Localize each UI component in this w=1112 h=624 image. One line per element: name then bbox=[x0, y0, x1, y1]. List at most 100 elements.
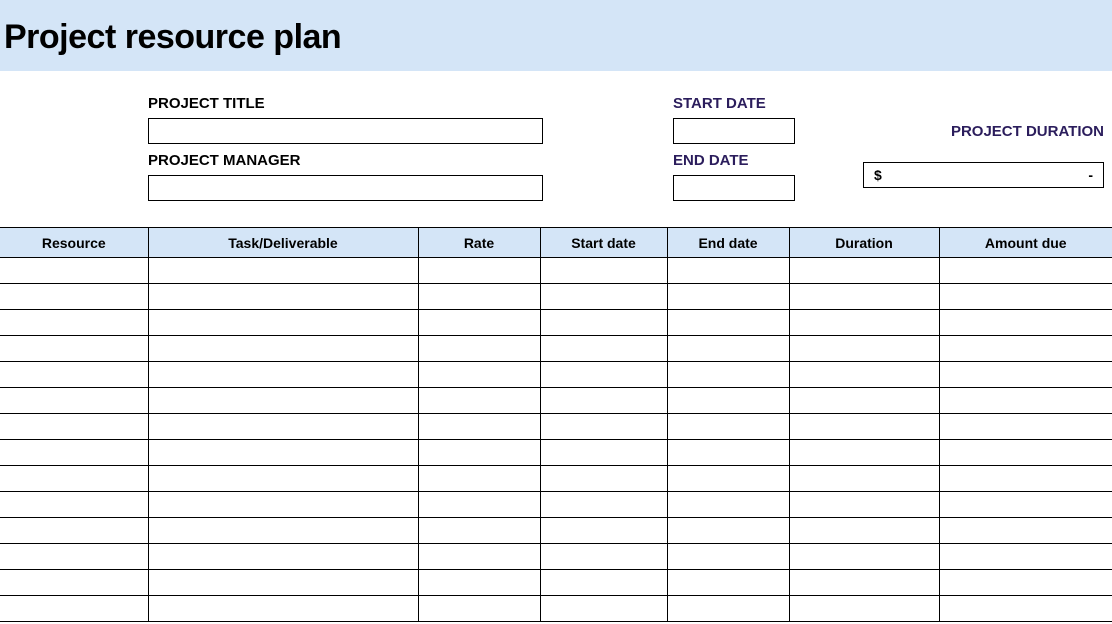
cell-end[interactable] bbox=[667, 492, 789, 518]
cell-duration[interactable] bbox=[789, 388, 939, 414]
cell-rate[interactable] bbox=[418, 544, 540, 570]
cell-rate[interactable] bbox=[418, 336, 540, 362]
cell-end[interactable] bbox=[667, 518, 789, 544]
cell-resource[interactable] bbox=[0, 466, 148, 492]
cell-resource[interactable] bbox=[0, 362, 148, 388]
cell-start[interactable] bbox=[540, 336, 667, 362]
cell-duration[interactable] bbox=[789, 310, 939, 336]
cell-rate[interactable] bbox=[418, 284, 540, 310]
cell-rate[interactable] bbox=[418, 362, 540, 388]
cell-amount[interactable] bbox=[939, 336, 1112, 362]
start-date-input[interactable] bbox=[673, 118, 795, 144]
cell-task[interactable] bbox=[148, 258, 418, 284]
cell-duration[interactable] bbox=[789, 492, 939, 518]
cell-end[interactable] bbox=[667, 284, 789, 310]
cell-amount[interactable] bbox=[939, 466, 1112, 492]
cell-duration[interactable] bbox=[789, 544, 939, 570]
cell-task[interactable] bbox=[148, 388, 418, 414]
cell-resource[interactable] bbox=[0, 596, 148, 622]
cell-task[interactable] bbox=[148, 544, 418, 570]
cell-end[interactable] bbox=[667, 570, 789, 596]
cell-resource[interactable] bbox=[0, 570, 148, 596]
cell-end[interactable] bbox=[667, 310, 789, 336]
cell-resource[interactable] bbox=[0, 492, 148, 518]
cell-duration[interactable] bbox=[789, 336, 939, 362]
cell-amount[interactable] bbox=[939, 518, 1112, 544]
cell-end[interactable] bbox=[667, 388, 789, 414]
cell-rate[interactable] bbox=[418, 570, 540, 596]
cell-task[interactable] bbox=[148, 518, 418, 544]
cell-duration[interactable] bbox=[789, 466, 939, 492]
cell-end[interactable] bbox=[667, 258, 789, 284]
cell-resource[interactable] bbox=[0, 284, 148, 310]
cell-task[interactable] bbox=[148, 336, 418, 362]
cell-rate[interactable] bbox=[418, 518, 540, 544]
cell-resource[interactable] bbox=[0, 336, 148, 362]
cell-start[interactable] bbox=[540, 570, 667, 596]
cell-task[interactable] bbox=[148, 596, 418, 622]
cell-end[interactable] bbox=[667, 362, 789, 388]
cell-start[interactable] bbox=[540, 596, 667, 622]
cell-task[interactable] bbox=[148, 284, 418, 310]
cell-start[interactable] bbox=[540, 414, 667, 440]
cell-duration[interactable] bbox=[789, 284, 939, 310]
cell-task[interactable] bbox=[148, 440, 418, 466]
cell-duration[interactable] bbox=[789, 570, 939, 596]
cell-task[interactable] bbox=[148, 466, 418, 492]
cell-duration[interactable] bbox=[789, 596, 939, 622]
cell-duration[interactable] bbox=[789, 440, 939, 466]
cell-start[interactable] bbox=[540, 388, 667, 414]
cell-amount[interactable] bbox=[939, 414, 1112, 440]
cell-rate[interactable] bbox=[418, 466, 540, 492]
cell-end[interactable] bbox=[667, 440, 789, 466]
cell-start[interactable] bbox=[540, 544, 667, 570]
cell-rate[interactable] bbox=[418, 440, 540, 466]
project-title-input[interactable] bbox=[148, 118, 543, 144]
cell-end[interactable] bbox=[667, 544, 789, 570]
cell-end[interactable] bbox=[667, 466, 789, 492]
cell-start[interactable] bbox=[540, 466, 667, 492]
cell-amount[interactable] bbox=[939, 362, 1112, 388]
cell-resource[interactable] bbox=[0, 544, 148, 570]
cell-start[interactable] bbox=[540, 492, 667, 518]
cell-task[interactable] bbox=[148, 414, 418, 440]
cell-task[interactable] bbox=[148, 310, 418, 336]
cell-rate[interactable] bbox=[418, 596, 540, 622]
cell-end[interactable] bbox=[667, 414, 789, 440]
cell-start[interactable] bbox=[540, 362, 667, 388]
cell-resource[interactable] bbox=[0, 258, 148, 284]
cell-amount[interactable] bbox=[939, 284, 1112, 310]
cell-duration[interactable] bbox=[789, 258, 939, 284]
cell-amount[interactable] bbox=[939, 596, 1112, 622]
cell-task[interactable] bbox=[148, 492, 418, 518]
cell-amount[interactable] bbox=[939, 388, 1112, 414]
cell-start[interactable] bbox=[540, 284, 667, 310]
cell-amount[interactable] bbox=[939, 492, 1112, 518]
cell-rate[interactable] bbox=[418, 492, 540, 518]
cell-resource[interactable] bbox=[0, 518, 148, 544]
cell-task[interactable] bbox=[148, 362, 418, 388]
cell-start[interactable] bbox=[540, 440, 667, 466]
cell-start[interactable] bbox=[540, 310, 667, 336]
cell-task[interactable] bbox=[148, 570, 418, 596]
end-date-input[interactable] bbox=[673, 175, 795, 201]
cell-amount[interactable] bbox=[939, 258, 1112, 284]
cell-resource[interactable] bbox=[0, 310, 148, 336]
project-manager-input[interactable] bbox=[148, 175, 543, 201]
cell-duration[interactable] bbox=[789, 362, 939, 388]
cell-duration[interactable] bbox=[789, 414, 939, 440]
cell-resource[interactable] bbox=[0, 388, 148, 414]
cell-start[interactable] bbox=[540, 258, 667, 284]
cell-resource[interactable] bbox=[0, 414, 148, 440]
cell-end[interactable] bbox=[667, 596, 789, 622]
cell-rate[interactable] bbox=[418, 388, 540, 414]
cell-duration[interactable] bbox=[789, 518, 939, 544]
cell-resource[interactable] bbox=[0, 440, 148, 466]
cell-amount[interactable] bbox=[939, 544, 1112, 570]
cell-rate[interactable] bbox=[418, 258, 540, 284]
cell-amount[interactable] bbox=[939, 440, 1112, 466]
cell-rate[interactable] bbox=[418, 414, 540, 440]
cell-rate[interactable] bbox=[418, 310, 540, 336]
cell-start[interactable] bbox=[540, 518, 667, 544]
cell-amount[interactable] bbox=[939, 570, 1112, 596]
